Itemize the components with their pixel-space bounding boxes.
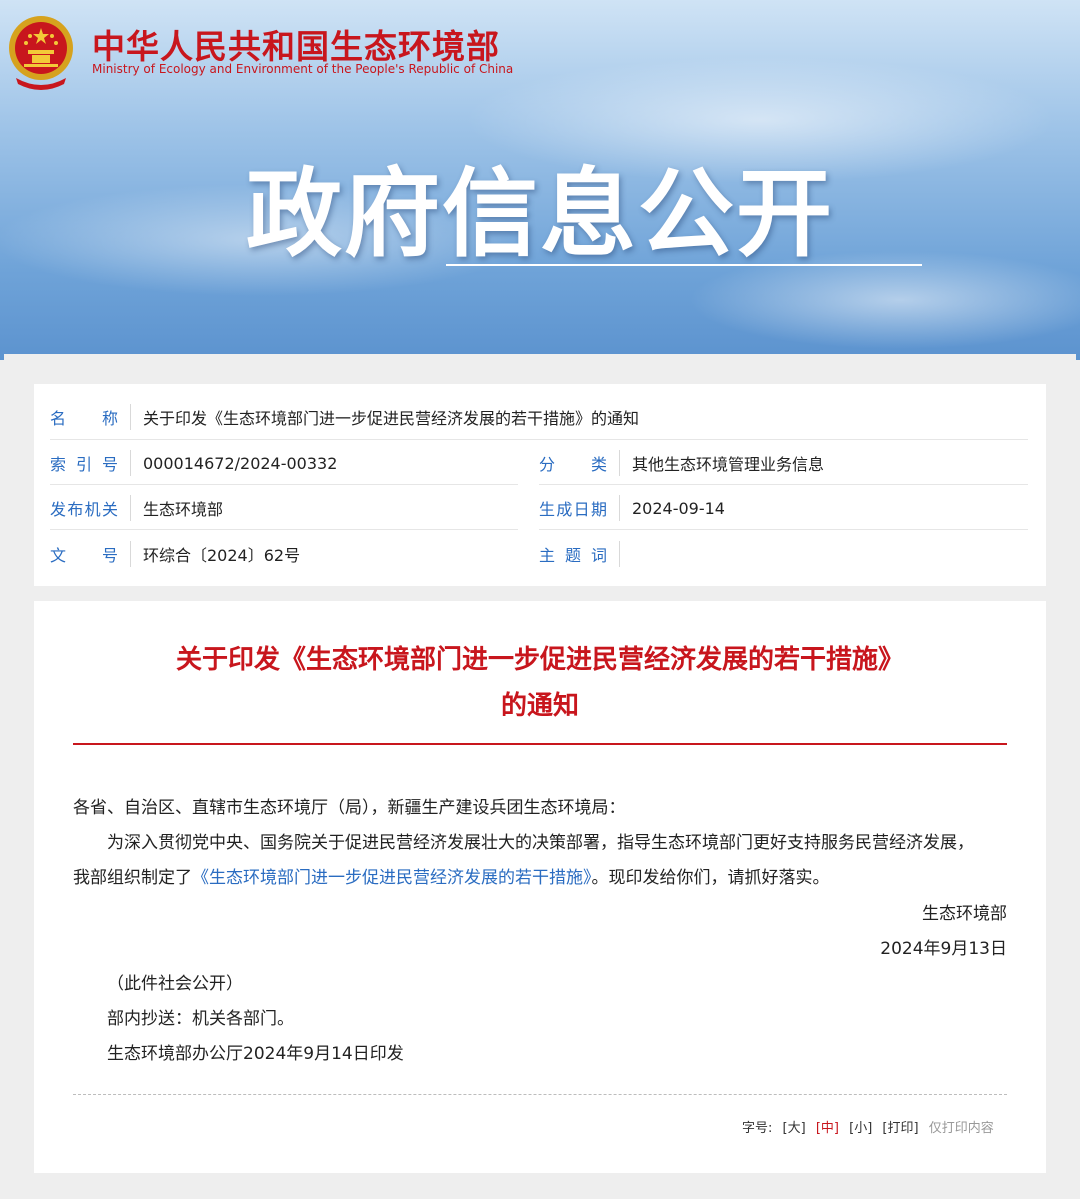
meta-separator	[619, 495, 620, 521]
printed-line: 生态环境部办公厅2024年9月14日印发	[107, 1044, 404, 1064]
meta-value-date: 2024-09-14	[632, 498, 725, 518]
banner-underline	[446, 264, 922, 266]
body-paragraph-line2: 我部组织制定了《生态环境部门进一步促进民营经济发展的若干措施》。现印发给你们，请…	[73, 863, 830, 888]
font-small-button[interactable]: [小]	[849, 1121, 872, 1136]
meta-separator	[619, 541, 620, 567]
public-note: （此件社会公开）	[107, 974, 243, 994]
body-paragraph: 为深入贯彻党中央、国务院关于促进民营经济发展壮大的决策部署，指导生态环境部门更好…	[107, 833, 974, 853]
meta-separator	[130, 541, 131, 567]
ministry-name-en: Ministry of Ecology and Environment of t…	[92, 62, 514, 76]
meta-row-date: 生成日期 2024-09-14	[539, 486, 725, 530]
meta-row-issuer: 发布机关 生态环境部	[50, 486, 223, 530]
metadata-panel: 名称 关于印发《生态环境部门进一步促进民营经济发展的若干措施》的通知 索引号 0…	[34, 384, 1046, 586]
banner-title: 政府信息公开	[246, 158, 834, 270]
meta-label-index: 索引号	[50, 455, 118, 474]
title-divider	[73, 743, 1007, 745]
national-emblem-icon	[9, 16, 73, 90]
font-size-label: 字号:	[742, 1121, 773, 1136]
meta-divider	[539, 484, 1028, 485]
meta-label-category: 分类	[539, 455, 607, 474]
meta-row-index: 索引号 000014672/2024-00332	[50, 441, 337, 485]
meta-separator	[130, 450, 131, 476]
body-text: 我部组织制定了	[73, 868, 192, 888]
measures-link[interactable]: 《生态环境部门进一步促进民营经济发展的若干措施》	[192, 868, 592, 888]
print-content-button[interactable]: 仅打印内容	[929, 1121, 994, 1136]
meta-separator	[130, 495, 131, 521]
salutation: 各省、自治区、直辖市生态环境厅（局），新疆生产建设兵团生态环境局：	[73, 798, 626, 818]
meta-label-name: 名称	[50, 409, 118, 428]
meta-label-issuer: 发布机关	[50, 500, 118, 519]
cc-line: 部内抄送：机关各部门。	[107, 1009, 294, 1029]
document-panel: 关于印发《生态环境部门进一步促进民营经济发展的若干措施》 的通知 各省、自治区、…	[34, 601, 1046, 1173]
meta-value-issuer: 生态环境部	[143, 500, 224, 519]
print-button[interactable]: [打印]	[882, 1121, 918, 1136]
meta-divider	[539, 529, 1028, 530]
header-banner: 中华人民共和国生态环境部 Ministry of Ecology and Env…	[0, 0, 1080, 360]
meta-value-docno: 环综合〔2024〕62号	[143, 546, 301, 565]
ministry-name-cn[interactable]: 中华人民共和国生态环境部	[92, 20, 500, 68]
meta-label-date: 生成日期	[539, 500, 607, 519]
meta-divider	[50, 529, 518, 530]
meta-separator	[619, 450, 620, 476]
meta-value-category: 其他生态环境管理业务信息	[632, 455, 825, 474]
meta-label-keywords: 主题词	[539, 546, 607, 565]
footer-divider	[73, 1094, 1007, 1095]
signature: 生态环境部	[922, 904, 1007, 924]
font-medium-button[interactable]: [中]	[816, 1121, 839, 1136]
meta-value-name: 关于印发《生态环境部门进一步促进民营经济发展的若干措施》的通知	[143, 409, 640, 428]
meta-value-index: 000014672/2024-00332	[143, 453, 338, 473]
meta-row-category: 分类 其他生态环境管理业务信息	[539, 441, 824, 485]
meta-separator	[130, 404, 131, 430]
sign-date: 2024年9月13日	[880, 939, 1007, 959]
meta-divider	[50, 484, 518, 485]
meta-label-docno: 文号	[50, 546, 118, 565]
meta-row-docno: 文号 环综合〔2024〕62号	[50, 532, 300, 576]
meta-row-keywords: 主题词	[539, 532, 632, 576]
meta-row-name: 名称 关于印发《生态环境部门进一步促进民营经济发展的若干措施》的通知	[50, 395, 639, 439]
body-text: 。现印发给你们，请抓好落实。	[591, 868, 830, 888]
document-title: 关于印发《生态环境部门进一步促进民营经济发展的若干措施》	[175, 645, 904, 675]
font-large-button[interactable]: [大]	[783, 1121, 806, 1136]
font-size-tools: 字号: [大] [中] [小] [打印] 仅打印内容	[742, 1117, 1000, 1136]
document-title-line2: 的通知	[500, 691, 579, 721]
meta-divider	[50, 439, 1028, 440]
